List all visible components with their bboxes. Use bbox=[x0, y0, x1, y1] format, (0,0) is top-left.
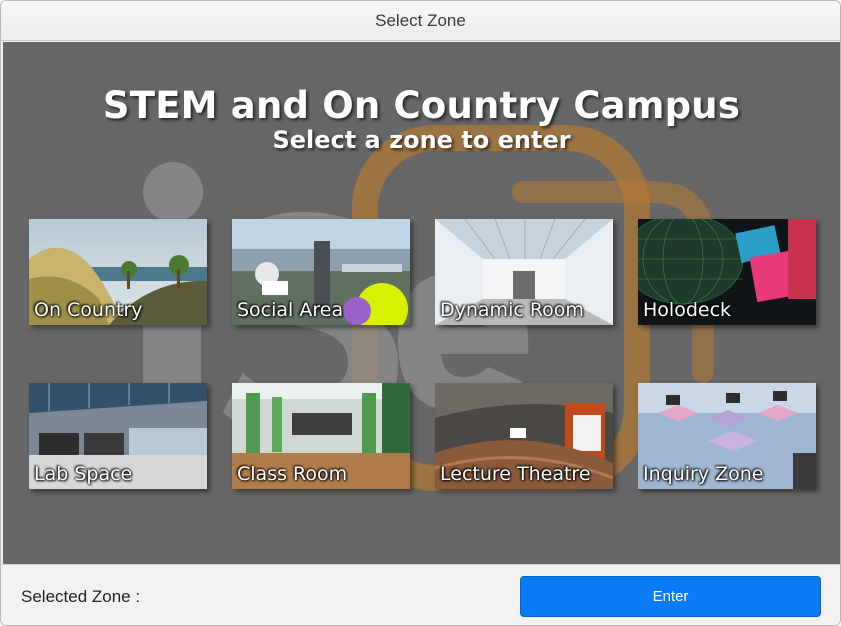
zone-tile-holodeck[interactable]: Holodeck bbox=[638, 219, 816, 325]
footer-bar: Selected Zone : Enter bbox=[1, 564, 840, 625]
select-zone-window: Select Zone STEM and On Country Campus S… bbox=[0, 0, 841, 626]
page-subtitle: Select a zone to enter bbox=[272, 126, 571, 154]
zone-label: Class Room bbox=[237, 463, 348, 485]
zone-label: Social Area bbox=[237, 299, 344, 321]
zone-label: Inquiry Zone bbox=[643, 463, 764, 485]
zone-label: Dynamic Room bbox=[440, 299, 584, 321]
zone-tile-lecture-theatre[interactable]: Lecture Theatre bbox=[435, 383, 613, 489]
window-titlebar: Select Zone bbox=[1, 1, 840, 41]
zone-tile-lab-space[interactable]: Lab Space bbox=[29, 383, 207, 489]
zone-label: Holodeck bbox=[643, 299, 732, 321]
page-title: STEM and On Country Campus bbox=[102, 84, 741, 127]
zone-selection-panel: STEM and On Country Campus Select a zone… bbox=[3, 42, 840, 564]
zone-tile-on-country[interactable]: On Country bbox=[29, 219, 207, 325]
zone-tile-inquiry-zone[interactable]: Inquiry Zone bbox=[638, 383, 816, 489]
selected-zone-label: Selected Zone : bbox=[21, 587, 141, 606]
zone-tile-dynamic-room[interactable]: Dynamic Room bbox=[435, 219, 613, 325]
zone-label: Lecture Theatre bbox=[440, 463, 591, 485]
zone-label: On Country bbox=[34, 299, 143, 321]
window-title: Select Zone bbox=[375, 10, 466, 30]
zone-tile-class-room[interactable]: Class Room bbox=[232, 383, 410, 489]
enter-button[interactable]: Enter bbox=[520, 576, 821, 617]
zone-label: Lab Space bbox=[34, 463, 133, 485]
zone-tile-social-area[interactable]: Social Area bbox=[232, 219, 410, 325]
